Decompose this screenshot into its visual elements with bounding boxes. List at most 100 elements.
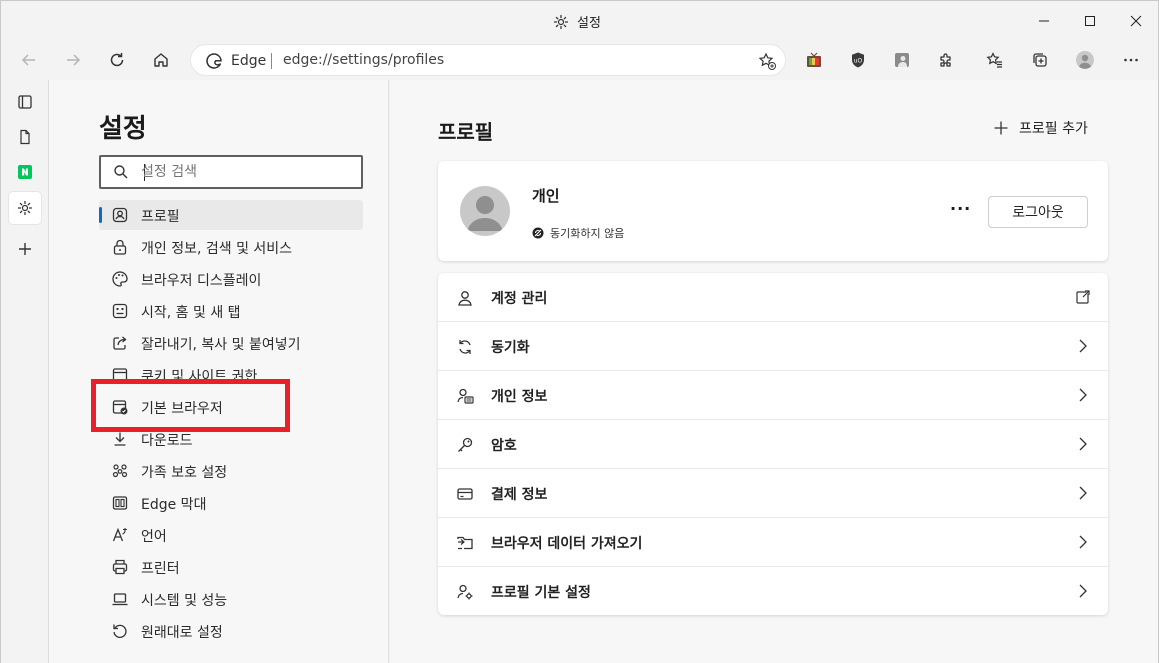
home-button[interactable] — [145, 44, 177, 76]
new-tab-button[interactable] — [9, 233, 41, 265]
chevron-right-icon — [1079, 486, 1087, 500]
list-item-personal-info[interactable]: 개인 정보 — [438, 371, 1108, 420]
list-item-passwords[interactable]: 암호 — [438, 420, 1108, 469]
edge-bar-icon — [112, 496, 128, 510]
sidebar-item-family[interactable]: 가족 보호 설정 — [99, 456, 363, 486]
tab-settings[interactable] — [9, 192, 41, 224]
sidebar-item-label: 시작, 홈 및 새 탭 — [141, 305, 241, 321]
reset-icon — [113, 624, 127, 638]
sidebar-item-share-copy[interactable]: 잘라내기, 복사 및 붙여넣기 — [99, 328, 363, 358]
tab-actions-button[interactable] — [9, 86, 41, 118]
list-item-payment-info[interactable]: 결제 정보 — [438, 469, 1108, 518]
list-item-label: 프로필 기본 설정 — [491, 585, 591, 601]
avatar — [460, 186, 510, 236]
add-favorite-icon[interactable] — [757, 51, 777, 71]
add-profile-button[interactable]: 프로필 추가 — [993, 118, 1088, 138]
back-button[interactable] — [13, 44, 45, 76]
close-button[interactable] — [1113, 1, 1159, 41]
favorites-button[interactable] — [979, 44, 1011, 76]
photo-extension-icon — [895, 53, 909, 67]
tab-document[interactable] — [9, 121, 41, 153]
sidebar-item-system[interactable]: 시스템 및 성능 — [99, 584, 363, 614]
sidebar-item-downloads[interactable]: 다운로드 — [99, 424, 363, 454]
search-icon — [114, 165, 128, 179]
sidebar-item-appearance[interactable]: 브라우저 디스플레이 — [99, 264, 363, 294]
sidebar-item-label: 기본 브라우저 — [141, 401, 223, 417]
sidebar-item-label: 가족 보호 설정 — [141, 465, 228, 481]
search-input[interactable] — [141, 162, 351, 182]
maximize-button[interactable] — [1067, 1, 1113, 41]
list-item-profile-preferences[interactable]: 프로필 기본 설정 — [438, 567, 1108, 616]
sidebar-item-label: Edge 막대 — [141, 497, 207, 513]
printer-icon — [112, 559, 128, 575]
chevron-right-icon — [1079, 535, 1087, 549]
address-separator — [271, 53, 272, 69]
home-icon — [154, 53, 168, 67]
browser-toolbar: Edge edge://settings/profiles uO — [0, 40, 1159, 80]
title-bar: 설정 — [0, 0, 1159, 40]
chevron-right-icon — [1079, 437, 1087, 451]
settings-more-button[interactable] — [1115, 44, 1147, 76]
key-icon — [458, 437, 473, 452]
edge-logo-icon — [206, 53, 222, 69]
sync-icon — [459, 340, 471, 354]
personal-info-icon — [457, 388, 474, 404]
tab-layout-icon — [18, 95, 32, 109]
chevron-right-icon — [1079, 339, 1087, 353]
document-icon — [20, 129, 30, 145]
extension-photo-button[interactable] — [886, 44, 918, 76]
profile-settings-icon — [457, 584, 473, 600]
extension-tv-button[interactable] — [798, 44, 830, 76]
collections-icon — [1033, 53, 1047, 67]
sidebar-item-edge-bar[interactable]: Edge 막대 — [99, 488, 363, 518]
tv-extension-icon — [807, 52, 821, 67]
sidebar-item-languages[interactable]: 언어 — [99, 520, 363, 550]
sidebar-item-profiles[interactable]: 프로필 — [99, 200, 363, 230]
list-item-label: 계정 관리 — [491, 291, 548, 307]
sidebar-item-reset[interactable]: 원래대로 설정 — [99, 616, 363, 646]
sidebar-item-cookies[interactable]: 쿠키 및 사이트 권한 — [99, 360, 363, 390]
vertical-tab-strip — [0, 80, 49, 663]
logout-button[interactable]: 로그아웃 — [988, 196, 1088, 228]
tab-naver[interactable] — [9, 156, 41, 188]
maximize-icon — [1085, 16, 1095, 26]
sidebar-item-default-browser[interactable]: 기본 브라우저 — [99, 392, 363, 422]
minimize-button[interactable] — [1021, 1, 1067, 41]
extension-ublock-button[interactable]: uO — [842, 44, 874, 76]
profile-avatar-button[interactable] — [1069, 44, 1101, 76]
list-item-import-data[interactable]: 브라우저 데이터 가져오기 — [438, 518, 1108, 567]
account-icon — [458, 291, 472, 306]
home-grid-icon — [112, 303, 128, 319]
list-item-label: 동기화 — [491, 340, 530, 356]
minimize-icon — [1039, 20, 1049, 22]
sidebar-item-start-home[interactable]: 시작, 홈 및 새 탭 — [99, 296, 363, 326]
default-browser-icon — [112, 400, 128, 415]
settings-sidebar: 설정 프로필 개인 정보, 검색 및 서비스 브라우저 디스플레이 시작, 홈 … — [49, 80, 389, 663]
collections-button[interactable] — [1024, 44, 1056, 76]
refresh-button[interactable] — [101, 44, 133, 76]
avatar-icon — [467, 196, 503, 231]
more-dots-icon — [1124, 58, 1138, 62]
chevron-right-icon — [1079, 584, 1087, 598]
sidebar-item-privacy[interactable]: 개인 정보, 검색 및 서비스 — [99, 232, 363, 262]
sidebar-item-label: 시스템 및 성능 — [141, 593, 228, 609]
address-url[interactable]: edge://settings/profiles — [283, 52, 444, 68]
sidebar-item-printers[interactable]: 프린터 — [99, 552, 363, 582]
list-item-label: 개인 정보 — [491, 389, 548, 405]
puzzle-icon — [940, 53, 951, 67]
lock-icon — [113, 239, 127, 255]
external-link-icon — [1076, 290, 1090, 304]
ublock-shield-icon: uO — [852, 52, 864, 68]
extensions-button[interactable] — [930, 44, 962, 76]
main-content: 프로필 프로필 추가 개인 동기화하지 않음 ··· 로그아웃 계정 관리 동기… — [390, 80, 1159, 663]
profile-more-button[interactable]: ··· — [950, 199, 971, 218]
gear-icon — [553, 14, 569, 29]
address-brand: Edge — [231, 53, 267, 69]
list-item-sync[interactable]: 동기화 — [438, 322, 1108, 371]
sync-off-icon — [532, 227, 544, 239]
address-bar[interactable]: Edge edge://settings/profiles — [190, 44, 786, 76]
sidebar-item-label: 프린터 — [141, 561, 180, 577]
list-item-account-management[interactable]: 계정 관리 — [438, 273, 1108, 322]
forward-button[interactable] — [57, 44, 89, 76]
settings-search-box[interactable] — [99, 155, 363, 189]
